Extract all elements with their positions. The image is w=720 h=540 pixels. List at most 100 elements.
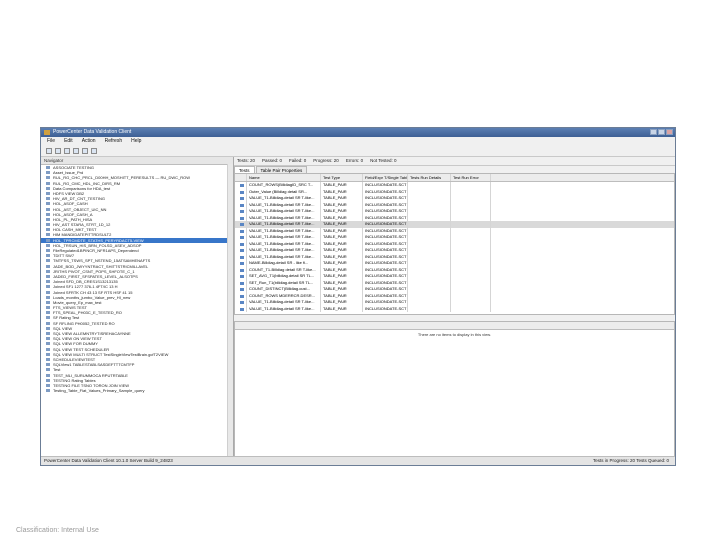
table-icon [46,202,50,206]
table-icon [46,176,50,180]
test-icon [240,288,244,291]
toolbar-run-icon[interactable] [73,147,79,154]
test-icon [240,301,244,304]
table-icon [46,368,50,372]
table-icon [46,389,50,393]
test-icon [240,197,244,200]
test-icon [240,190,244,194]
test-summary: Tests: 20 Passed: 0 Failed: 0 Progress: … [234,157,675,166]
table-icon [46,316,50,320]
tree-item[interactable]: Testing_Table_Flat_Values_Primary_Sample… [41,388,233,393]
empty-message: There are no items to display in this vi… [417,332,492,337]
table-icon [46,166,50,169]
table-row[interactable]: VALUE_T1-Billdiag-detail SR T-like... TAB… [235,305,674,312]
test-icon [240,268,244,272]
table-icon [46,217,50,221]
column-header-test-type[interactable]: Test Type [321,174,363,181]
table-icon [46,197,50,201]
summary-passed: Passed: 0 [262,158,283,163]
toolbar-refresh-icon[interactable] [82,147,88,154]
tab-tests[interactable]: Tests [234,166,255,173]
maximize-icon[interactable] [658,129,665,135]
menu-file[interactable]: File [47,137,55,145]
summary-failed: Failed: 0 [289,158,307,163]
menu-bar: File Edit Action Refresh Help [41,137,675,145]
cell-name: VALUE_T1-Billdiag-detail SR T-like... [247,305,321,312]
table-icon [46,181,50,185]
toolbar-new-icon[interactable] [46,147,52,154]
status-version: PowerCenter Data Validation Client 10.1.… [44,458,173,463]
table-icon [46,321,50,325]
title-bar: PowerCenter Data Validation Client [41,128,675,137]
column-header-field[interactable]: Field/Expr T/Single Table [363,174,408,181]
summary-progress: Progress: 20 [313,158,339,163]
row-icon-cell [235,305,247,312]
table-icon [46,306,50,310]
column-header-name[interactable]: Name [247,174,321,181]
navigator-panel: Navigator ASSOCIATE TESTING Asset_Issue_P… [41,157,234,458]
test-icon [240,262,244,265]
tests-grid: Name Test Type Field/Expr T/Single Table… [234,173,675,315]
table-icon [46,300,50,304]
summary-tests: Tests: 20 [237,158,256,163]
table-icon [46,171,50,175]
menu-refresh[interactable]: Refresh [105,137,123,145]
menu-edit[interactable]: Edit [64,137,73,145]
table-icon [46,326,50,330]
table-icon [46,383,50,387]
app-icon [44,130,50,135]
test-icon [240,184,244,187]
test-icon [240,249,244,252]
table-icon [46,238,50,242]
table-icon [46,274,50,278]
toolbar-settings-icon[interactable] [91,147,97,154]
footer-classification: Classification: Internal Use [16,527,99,534]
table-icon [46,233,50,237]
table-icon [46,352,50,356]
minimize-icon[interactable] [650,129,657,135]
menu-action[interactable]: Action [82,137,96,145]
tab-table-pair-properties[interactable]: Table Pair Properties [255,166,308,173]
navigator-tree: ASSOCIATE TESTING Asset_Issue_Prd RUL_RG_C… [41,165,233,393]
table-icon [46,378,50,382]
column-header-run-details[interactable]: Tests Run Details [408,174,451,181]
toolbar-save-icon[interactable] [64,147,70,154]
details-panel: Tests: 20 Passed: 0 Failed: 0 Progress: … [234,157,675,458]
test-icon [240,281,244,285]
test-icon [240,307,244,311]
close-icon[interactable] [666,129,673,135]
table-icon [46,311,50,315]
table-icon [46,243,50,247]
status-bar: PowerCenter Data Validation Client 10.1.… [41,456,675,465]
test-icon [240,229,244,233]
menu-help[interactable]: Help [131,137,141,145]
table-icon [46,223,50,227]
table-icon [46,269,50,273]
table-icon [46,290,50,294]
tree-item-label: Testing_Table_Flat_Values_Primary_Sample… [53,388,145,394]
grid-header: Name Test Type Field/Expr T/Single Table… [235,174,674,182]
summary-errors: Errors: 0 [345,158,364,163]
column-header-run-error[interactable]: Test Run Error [451,174,491,181]
table-icon [46,337,50,341]
navigator-scrollbar[interactable] [227,164,233,458]
table-icon [46,295,50,299]
toolbar-open-icon[interactable] [55,147,61,154]
table-icon [46,259,50,263]
table-icon [46,357,50,361]
toolbar [41,145,675,157]
table-icon [46,228,50,232]
table-icon [46,186,50,190]
grid-body: COUNT_ROWS(BilldiagID_SRC T... TABLE_PAIR… [235,182,674,312]
test-icon [240,223,244,226]
status-progress: Tests in Progress: 20 Tests Queued: 0 [593,458,669,463]
cell-run-error [451,305,491,312]
cell-field: INCLUSIONDATE-SCT IC ... [365,305,408,312]
test-icon [240,236,244,239]
test-icon [240,203,244,207]
table-icon [46,212,50,216]
table-icon [46,249,50,252]
table-icon [46,285,50,289]
cell-run-details [408,305,451,312]
navigator-header: Navigator [41,157,233,165]
